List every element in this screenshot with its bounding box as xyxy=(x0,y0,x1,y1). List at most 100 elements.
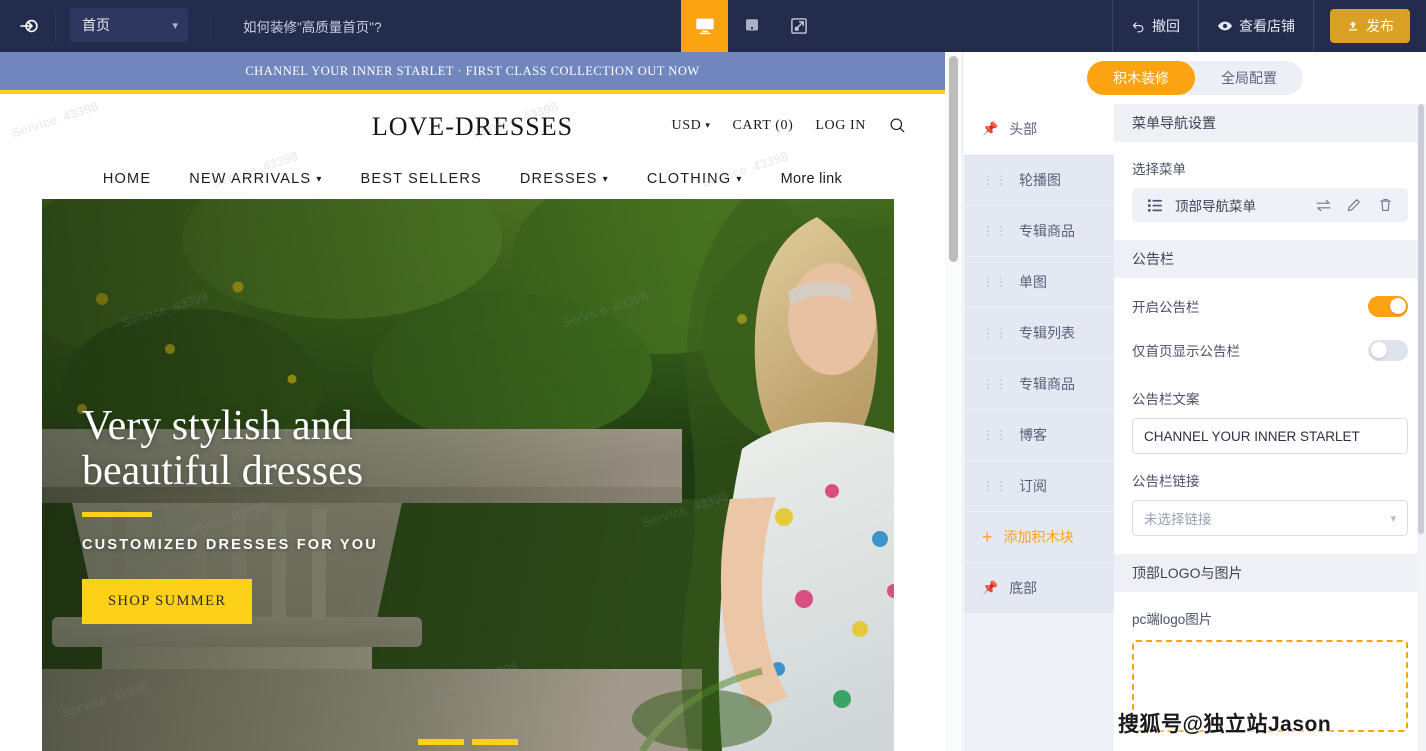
pin-icon: 📌 xyxy=(982,121,999,136)
drag-handle-icon[interactable]: ⋮⋮ xyxy=(982,225,1008,237)
back-button[interactable] xyxy=(0,0,55,52)
device-mobile-button[interactable] xyxy=(728,0,775,52)
block-item-blog[interactable]: ⋮⋮ 博客 xyxy=(964,410,1114,460)
tab-block-builder[interactable]: 积木装修 xyxy=(1087,61,1195,95)
fullscreen-button[interactable] xyxy=(775,0,822,52)
view-shop-button[interactable]: 查看店铺 xyxy=(1198,0,1313,52)
nav-item-best-sellers[interactable]: BEST SELLERS xyxy=(361,171,482,187)
selected-menu-chip[interactable]: 顶部导航菜单 xyxy=(1132,188,1408,222)
upload-icon xyxy=(1348,21,1358,31)
announcement-text-label: 公告栏文案 xyxy=(1132,392,1200,407)
drag-handle-icon[interactable]: ⋮⋮ xyxy=(982,276,1008,288)
editor-tab-group: 积木装修 全局配置 xyxy=(1087,61,1303,95)
block-item-label: 订阅 xyxy=(1019,478,1047,494)
currency-selector[interactable]: USD ▾ xyxy=(672,118,711,134)
drag-handle-icon[interactable]: ⋮⋮ xyxy=(982,174,1008,186)
block-item-header[interactable]: 📌 头部 xyxy=(964,104,1114,154)
hero-headline-line2: beautiful dresses xyxy=(82,447,364,494)
carousel-indicator[interactable] xyxy=(418,739,464,745)
block-item-subscribe[interactable]: ⋮⋮ 订阅 xyxy=(964,461,1114,511)
store-utility-nav: USD ▾ CART (0) LOG IN xyxy=(672,116,907,135)
list-icon-svg xyxy=(1148,198,1162,212)
field-select-menu: 选择菜单 顶部导航菜单 xyxy=(1114,142,1426,222)
help-tip-link[interactable]: 如何装修"高质量首页"? xyxy=(243,0,382,52)
nav-item-clothing[interactable]: CLOTHING ▾ xyxy=(647,171,743,187)
nav-item-new-arrivals[interactable]: NEW ARRIVALS ▾ xyxy=(189,171,322,187)
swap-icon xyxy=(1315,199,1331,211)
block-item-footer[interactable]: 📌 底部 xyxy=(964,563,1114,613)
editor-scrollbar-thumb[interactable] xyxy=(1418,104,1424,534)
block-item-label: 头部 xyxy=(1009,121,1038,137)
announcement-bar[interactable]: CHANNEL YOUR INNER STARLET · FIRST CLASS… xyxy=(0,52,945,90)
login-link[interactable]: LOG IN xyxy=(815,118,866,134)
drag-handle-icon[interactable]: ⋮⋮ xyxy=(982,480,1008,492)
select-menu-label: 选择菜单 xyxy=(1132,162,1186,177)
pin-icon: 📌 xyxy=(982,580,999,595)
help-tip-label: 如何装修"高质量首页"? xyxy=(243,20,382,35)
home-only-toggle[interactable] xyxy=(1368,339,1408,361)
chevron-down-icon: ▾ xyxy=(172,19,178,32)
page-selector[interactable]: 首页 ▾ xyxy=(70,8,188,42)
pencil-icon xyxy=(1347,199,1360,212)
announcement-text-input[interactable] xyxy=(1132,418,1408,454)
add-block-button[interactable]: + 添加积木块 xyxy=(964,512,1114,562)
drag-handle-icon[interactable]: ⋮⋮ xyxy=(982,429,1008,441)
announcement-link-select[interactable]: 未选择链接 ▾ xyxy=(1132,500,1408,536)
hero-carousel[interactable]: Very stylish and beautiful dresses CUSTO… xyxy=(42,199,894,751)
block-item-collection-list[interactable]: ⋮⋮ 专辑列表 xyxy=(964,308,1114,358)
drag-handle-icon[interactable]: ⋮⋮ xyxy=(982,327,1008,339)
pc-logo-upload-dropzone[interactable] xyxy=(1132,640,1408,732)
undo-button[interactable]: 撤回 xyxy=(1112,0,1198,52)
publish-button[interactable]: 发布 xyxy=(1330,9,1410,43)
search-button[interactable] xyxy=(888,116,907,135)
block-item-single-image[interactable]: ⋮⋮ 单图 xyxy=(964,257,1114,307)
device-switcher xyxy=(681,0,822,52)
toggle-knob xyxy=(1370,342,1387,358)
section-header-top-logo: 顶部LOGO与图片 xyxy=(1114,554,1426,592)
chevron-down-icon: ▾ xyxy=(1390,512,1396,525)
nav-item-more-link[interactable]: More link xyxy=(781,171,843,187)
tab-global-config[interactable]: 全局配置 xyxy=(1195,61,1303,95)
hero-cta-button[interactable]: SHOP SUMMER xyxy=(82,578,253,624)
block-item-collection-products-1[interactable]: ⋮⋮ 专辑商品 xyxy=(964,206,1114,256)
row-enable-announcement: 开启公告栏 xyxy=(1114,284,1426,328)
undo-label: 撤回 xyxy=(1152,18,1180,34)
desktop-icon xyxy=(695,18,714,35)
mobile-icon xyxy=(745,19,758,31)
block-item-label: 单图 xyxy=(1019,274,1047,290)
editor-tabs: 积木装修 全局配置 xyxy=(964,52,1426,104)
drag-handle-icon[interactable]: ⋮⋮ xyxy=(982,378,1008,390)
block-item-label: 专辑商品 xyxy=(1019,376,1075,392)
announcement-text: CHANNEL YOUR INNER STARLET · FIRST CLASS… xyxy=(245,63,700,78)
enable-announcement-toggle[interactable] xyxy=(1368,295,1408,317)
toolbar-divider-1 xyxy=(55,10,56,42)
field-announcement-link: 公告栏链接 未选择链接 ▾ xyxy=(1114,454,1426,536)
editor-scrollbar[interactable] xyxy=(1417,104,1426,751)
device-desktop-button[interactable] xyxy=(681,0,728,52)
cart-link[interactable]: CART (0) xyxy=(732,118,793,134)
chevron-down-icon: ▾ xyxy=(602,173,609,185)
delete-menu-icon[interactable] xyxy=(1374,198,1396,212)
swap-menu-icon[interactable] xyxy=(1312,199,1334,212)
add-block-label: 添加积木块 xyxy=(1003,529,1074,545)
nav-item-dresses[interactable]: DRESSES ▾ xyxy=(520,171,609,187)
currency-label: USD xyxy=(671,117,702,133)
builder-app: 首页 ▾ 如何装修"高质量首页"? 撤回 查看店铺 发布 CHANNEL YOU… xyxy=(0,0,1426,751)
section-header-menu-nav: 菜单导航设置 xyxy=(1114,104,1426,142)
block-item-label: 轮播图 xyxy=(1019,172,1061,188)
block-item-collection-products-2[interactable]: ⋮⋮ 专辑商品 xyxy=(964,359,1114,409)
carousel-indicator[interactable] xyxy=(472,739,518,745)
block-item-carousel[interactable]: ⋮⋮ 轮播图 xyxy=(964,155,1114,205)
nav-item-home[interactable]: HOME xyxy=(103,171,151,187)
store-header: LOVE-DRESSES USD ▾ CART (0) LOG IN xyxy=(0,94,945,154)
nav-label: More link xyxy=(780,171,843,187)
edit-menu-icon[interactable] xyxy=(1343,198,1365,212)
nav-label: HOME xyxy=(102,171,152,187)
announcement-link-label: 公告栏链接 xyxy=(1132,474,1200,489)
preview-scrollbar[interactable] xyxy=(945,52,963,751)
chevron-down-icon: ▾ xyxy=(705,120,711,130)
section-header-announcement: 公告栏 xyxy=(1114,240,1426,278)
enable-announcement-label: 开启公告栏 xyxy=(1132,300,1200,315)
preview-scrollbar-thumb[interactable] xyxy=(949,56,958,262)
